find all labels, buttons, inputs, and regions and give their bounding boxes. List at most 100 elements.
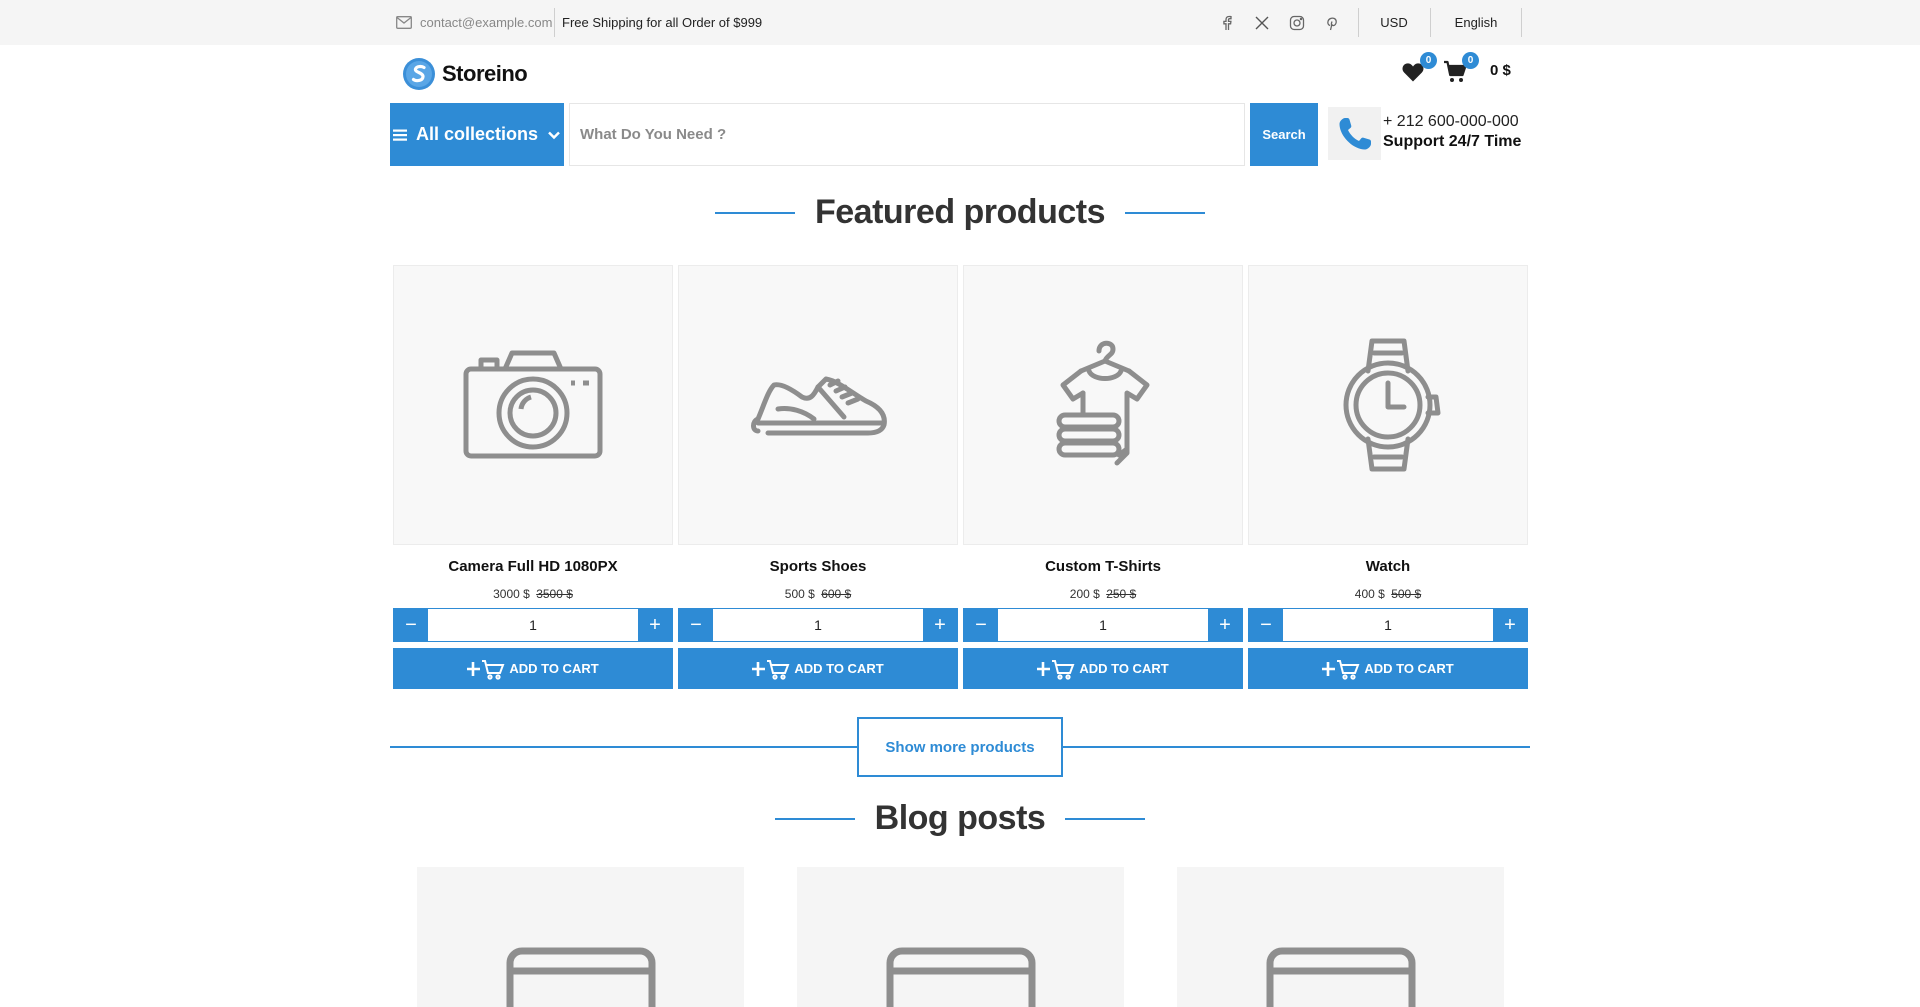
quantity-stepper: − 1 + xyxy=(1248,608,1528,642)
divider xyxy=(1521,8,1522,37)
add-to-cart-button[interactable]: ADD TO CART xyxy=(1248,648,1528,689)
blog-post-card[interactable] xyxy=(1177,867,1504,1007)
product-card[interactable]: Custom T-Shirts 200 $ 250 $ − 1 + ADD TO… xyxy=(963,265,1243,689)
product-image[interactable] xyxy=(963,265,1243,545)
cart-count-badge: 0 xyxy=(1462,52,1479,69)
title-line-left xyxy=(774,817,855,820)
camera-icon xyxy=(463,350,603,459)
contact-email-text: contact@example.com xyxy=(420,15,553,30)
blog-placeholder-icon xyxy=(886,947,1035,1007)
product-name[interactable]: Watch xyxy=(1248,558,1528,575)
product-image[interactable] xyxy=(393,265,673,545)
logo-icon xyxy=(403,58,435,90)
currency-selector[interactable]: USD xyxy=(1359,0,1429,45)
add-to-cart-button[interactable]: ADD TO CART xyxy=(678,648,958,689)
product-image[interactable] xyxy=(1248,265,1528,545)
quantity-value[interactable]: 1 xyxy=(998,609,1208,641)
add-to-cart-label: ADD TO CART xyxy=(1079,661,1169,676)
tshirt-icon xyxy=(1056,340,1150,466)
add-cart-icon xyxy=(1322,659,1360,680)
price-old: 3500 $ xyxy=(536,587,573,601)
product-name[interactable]: Sports Shoes xyxy=(678,558,958,575)
decrease-qty-button[interactable]: − xyxy=(1249,609,1283,641)
mail-icon xyxy=(396,16,412,29)
blog-post-card[interactable] xyxy=(797,867,1124,1007)
show-more-products-button[interactable]: Show more products xyxy=(857,717,1063,777)
increase-qty-button[interactable]: + xyxy=(638,609,672,641)
quantity-stepper: − 1 + xyxy=(678,608,958,642)
blog-placeholder-icon xyxy=(506,947,655,1007)
decrease-qty-button[interactable]: − xyxy=(394,609,428,641)
divider xyxy=(1430,8,1431,37)
all-collections-label: All collections xyxy=(415,124,539,144)
quantity-stepper: − 1 + xyxy=(963,608,1243,642)
title-line-left xyxy=(715,211,795,214)
price-old: 600 $ xyxy=(821,587,852,601)
blog-post-card[interactable] xyxy=(417,867,744,1007)
increase-qty-button[interactable]: + xyxy=(1208,609,1242,641)
featured-products-title: Featured products xyxy=(815,193,1105,231)
title-line-right xyxy=(1124,211,1205,214)
x-icon[interactable] xyxy=(1253,14,1271,32)
divider xyxy=(554,8,555,37)
price-current: 3000 xyxy=(493,587,520,601)
contact-email[interactable]: contact@example.com xyxy=(396,0,552,45)
wishlist-button[interactable]: 0 xyxy=(1401,52,1437,86)
search-button[interactable]: Search xyxy=(1250,103,1318,166)
price-current: 400 xyxy=(1354,587,1375,601)
chevron-down-icon xyxy=(548,131,560,139)
blog-posts-header: Blog posts xyxy=(0,799,1920,838)
product-price: 500 $ 600 $ xyxy=(678,587,958,601)
shoe-icon xyxy=(751,376,887,436)
add-cart-icon xyxy=(752,659,790,680)
facebook-icon[interactable] xyxy=(1218,14,1236,32)
price-currency: $ xyxy=(1378,587,1385,601)
price-current: 500 xyxy=(784,587,805,601)
product-image[interactable] xyxy=(678,265,958,545)
product-card[interactable]: Camera Full HD 1080PX 3000 $ 3500 $ − 1 … xyxy=(393,265,673,689)
add-to-cart-label: ADD TO CART xyxy=(794,661,884,676)
language-selector[interactable]: English xyxy=(1440,0,1512,45)
logo-text: Storeino xyxy=(442,61,528,86)
price-old: 250 $ xyxy=(1106,587,1137,601)
product-price: 400 $ 500 $ xyxy=(1248,587,1528,601)
support-phone-number: + 212 600-000-000 xyxy=(1383,113,1519,130)
increase-qty-button[interactable]: + xyxy=(1493,609,1527,641)
quantity-stepper: − 1 + xyxy=(393,608,673,642)
quantity-value[interactable]: 1 xyxy=(428,609,638,641)
support-text: Support 24/7 Time xyxy=(1383,133,1522,150)
price-current: 200 xyxy=(1069,587,1090,601)
product-name[interactable]: Camera Full HD 1080PX xyxy=(393,558,673,575)
cart-button[interactable]: 0 xyxy=(1443,52,1479,86)
add-to-cart-label: ADD TO CART xyxy=(509,661,599,676)
cart-total: 0 $ xyxy=(1490,62,1511,79)
blog-posts-title: Blog posts xyxy=(874,799,1046,837)
search-input[interactable] xyxy=(569,103,1245,166)
instagram-icon[interactable] xyxy=(1288,14,1306,32)
blog-placeholder-icon xyxy=(1266,947,1415,1007)
add-cart-icon xyxy=(467,659,505,680)
quantity-value[interactable]: 1 xyxy=(1283,609,1493,641)
decrease-qty-button[interactable]: − xyxy=(679,609,713,641)
all-collections-button[interactable]: All collections xyxy=(390,103,564,166)
menu-icon xyxy=(392,129,407,141)
add-to-cart-button[interactable]: ADD TO CART xyxy=(393,648,673,689)
store-logo[interactable]: Storeino xyxy=(402,56,528,92)
quantity-value[interactable]: 1 xyxy=(713,609,923,641)
increase-qty-button[interactable]: + xyxy=(923,609,957,641)
pinterest-icon[interactable] xyxy=(1323,14,1341,32)
price-currency: $ xyxy=(808,587,815,601)
support-info: + 212 600-000-000 Support 24/7 Time xyxy=(1383,112,1521,152)
product-price: 200 $ 250 $ xyxy=(963,587,1243,601)
product-card[interactable]: Sports Shoes 500 $ 600 $ − 1 + ADD TO CA… xyxy=(678,265,958,689)
shipping-notice: Free Shipping for all Order of $999 xyxy=(562,15,763,30)
product-card[interactable]: Watch 400 $ 500 $ − 1 + ADD TO CART xyxy=(1248,265,1528,689)
price-old: 500 $ xyxy=(1391,587,1422,601)
price-currency: $ xyxy=(523,587,530,601)
decrease-qty-button[interactable]: − xyxy=(964,609,998,641)
top-bar: contact@example.com Free Shipping for al… xyxy=(0,0,1920,45)
price-currency: $ xyxy=(1093,587,1100,601)
add-cart-icon xyxy=(1037,659,1075,680)
product-name[interactable]: Custom T-Shirts xyxy=(963,558,1243,575)
add-to-cart-button[interactable]: ADD TO CART xyxy=(963,648,1243,689)
